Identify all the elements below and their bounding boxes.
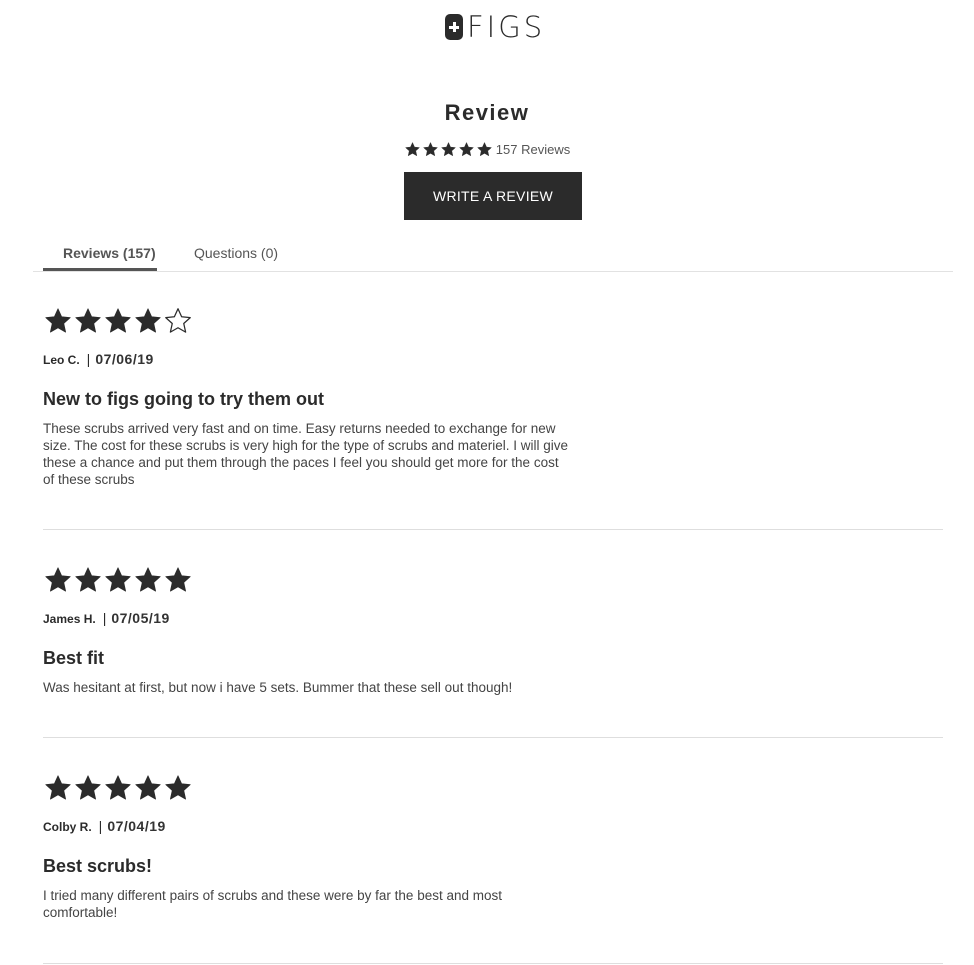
review-count[interactable]: 157 Reviews (496, 142, 570, 157)
review-body: I tried many different pairs of scrubs a… (43, 888, 502, 920)
plus-badge-icon (445, 14, 463, 40)
star-filled-icon (441, 141, 456, 156)
meta-separator: | (86, 351, 91, 367)
reviews-heading: Review (444, 100, 530, 125)
star-filled-icon (105, 308, 131, 333)
star-empty-icon (165, 308, 191, 333)
star-filled-icon (45, 775, 71, 800)
brand-name: FIGS (467, 9, 546, 44)
review-meta: James H. | 07/05/19 (43, 610, 943, 626)
review-date: 07/06/19 (95, 351, 154, 367)
review-date: 07/05/19 (111, 610, 170, 626)
tab-questions[interactable]: Questions (0) (194, 245, 278, 271)
review-meta: Leo C. | 07/06/19 (43, 351, 943, 367)
review-date: 07/04/19 (107, 818, 166, 834)
review-tabs: Reviews (157) Questions (0) (33, 240, 953, 272)
star-filled-icon (165, 567, 191, 592)
review-title: New to figs going to try them out (43, 389, 324, 409)
star-filled-icon (105, 775, 131, 800)
star-filled-icon (165, 775, 191, 800)
star-filled-icon (75, 308, 101, 333)
review-body: Was hesitant at first, but now i have 5 … (43, 680, 513, 695)
review-star-rating (43, 771, 943, 805)
review-title: Best fit (43, 648, 105, 668)
review-item: Leo C. | 07/06/19 New to figs going to t… (43, 304, 943, 530)
active-tab-indicator (43, 268, 157, 271)
star-filled-icon (75, 567, 101, 592)
review-body: These scrubs arrived very fast and on ti… (43, 421, 568, 487)
star-filled-icon (405, 141, 420, 156)
star-filled-icon (45, 308, 71, 333)
star-filled-icon (459, 141, 474, 156)
star-filled-icon (135, 308, 161, 333)
rating-summary: 157 Reviews (0, 139, 974, 159)
meta-separator: | (98, 818, 103, 834)
summary-star-rating (404, 141, 493, 158)
brand-logo[interactable]: FIGS (445, 10, 545, 44)
review-star-rating (43, 563, 943, 597)
star-filled-icon (135, 567, 161, 592)
review-star-rating (43, 304, 943, 338)
write-review-button[interactable]: WRITE A REVIEW (404, 172, 582, 220)
review-item: James H. | 07/05/19 Best fit Was hesitan… (43, 563, 943, 738)
meta-separator: | (102, 610, 107, 626)
review-author: Leo C. (43, 353, 80, 367)
review-title: Best scrubs! (43, 856, 153, 876)
review-item: Colby R. | 07/04/19 Best scrubs! I tried… (43, 771, 943, 964)
star-filled-icon (477, 141, 492, 156)
review-meta: Colby R. | 07/04/19 (43, 818, 943, 834)
star-filled-icon (423, 141, 438, 156)
review-author: James H. (43, 612, 96, 626)
review-author: Colby R. (43, 820, 92, 834)
star-filled-icon (75, 775, 101, 800)
star-filled-icon (45, 567, 71, 592)
star-filled-icon (135, 775, 161, 800)
star-filled-icon (105, 567, 131, 592)
